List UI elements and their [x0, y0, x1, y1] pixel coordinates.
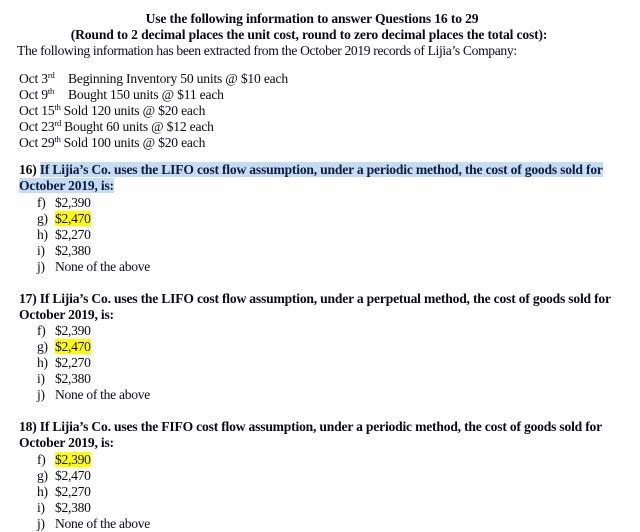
record-text: Sold 120 units @ $20 each [63, 103, 206, 118]
option-value: $2,270 [55, 227, 91, 242]
option-h: h) $2,270 [37, 355, 150, 371]
question-text: If Lijia’s Co. uses the FIFO cost flow a… [19, 419, 602, 450]
option-i: i) $2,380 [37, 371, 150, 387]
option-letter: g) [37, 211, 48, 226]
option-value: $2,270 [55, 355, 91, 370]
record-text: Sold 100 units @ $20 each [63, 135, 206, 150]
question-number: 17) [19, 291, 37, 306]
option-letter: i) [37, 500, 45, 515]
option-h: h) $2,270 [37, 227, 150, 243]
option-letter: f) [37, 452, 46, 467]
date-suffix: rd [47, 70, 55, 80]
option-f: f) $2,390 [37, 323, 150, 339]
question-18-options: f) $2,390 g) $2,470 h) $2,270 i) $2,380 j) No… [37, 452, 150, 532]
option-letter: g) [37, 339, 48, 354]
date-suffix: rd [54, 118, 62, 128]
selected-question-text[interactable]: If Lijia’s Co. uses the LIFO cost flow a… [19, 162, 603, 193]
record-row: Oct 29th Sold 100 units @ $20 each [19, 135, 288, 151]
question-17: 17) If Lijia’s Co. uses the LIFO cost fl… [19, 291, 634, 323]
option-g: g) $2,470 [37, 468, 150, 484]
question-number: 16) [19, 162, 37, 177]
question-number: 18) [19, 419, 37, 434]
option-letter: g) [37, 468, 48, 483]
question-text: If Lijia’s Co. uses the LIFO cost flow a… [19, 291, 611, 322]
intro-text: The following information has been extra… [17, 43, 517, 58]
record-date: Oct 29th [19, 135, 61, 151]
option-value: $2,390 [55, 323, 91, 338]
option-letter: j) [37, 387, 45, 402]
option-j: j) None of the above [37, 516, 150, 532]
option-letter: h) [37, 484, 48, 499]
option-f: f) $2,390 [37, 452, 150, 468]
option-g: g) $2,470 [37, 339, 150, 355]
option-value: $2,390 [55, 195, 91, 210]
option-value: $2,270 [55, 484, 91, 499]
option-letter: h) [37, 227, 48, 242]
option-j: j) None of the above [37, 387, 150, 403]
option-h: h) $2,270 [37, 484, 150, 500]
option-letter: j) [37, 516, 45, 531]
option-letter: f) [37, 323, 46, 338]
highlighted-answer: $2,470 [55, 211, 91, 226]
option-value: $2,380 [55, 243, 91, 258]
option-value: $2,380 [55, 371, 91, 386]
date-text: Oct 23 [19, 119, 55, 134]
option-g: g) $2,470 [37, 211, 150, 227]
option-letter: i) [37, 371, 45, 386]
rounding-instructions: (Round to 2 decimal places the unit cost… [70, 27, 548, 42]
question-18: 18) If Lijia’s Co. uses the FIFO cost fl… [19, 419, 634, 451]
option-letter: i) [37, 243, 45, 258]
record-row: Oct 23rd Bought 60 units @ $12 each [19, 119, 288, 135]
question-16-options: f) $2,390 g) $2,470 h) $2,270 i) $2,380 j) No… [37, 195, 150, 275]
option-value: None of the above [55, 387, 150, 402]
record-text: Beginning Inventory 50 units @ $10 each [68, 71, 288, 86]
option-value: $2,470 [55, 468, 91, 483]
document-page: Use the following information to answer … [0, 0, 640, 531]
record-row: Oct 9th Bought 150 units @ $11 each [19, 87, 288, 103]
date-suffix: th [54, 102, 61, 112]
record-row: Oct 3rd Beginning Inventory 50 units @ $1… [19, 71, 288, 87]
option-letter: h) [37, 355, 48, 370]
option-f: f) $2,390 [37, 195, 150, 211]
record-text: Bought 60 units @ $12 each [64, 119, 214, 134]
record-date: Oct 9th [19, 87, 68, 103]
record-row: Oct 15th Sold 120 units @ $20 each [19, 103, 288, 119]
question-17-options: f) $2,390 g) $2,470 h) $2,270 i) $2,380 j) No… [37, 323, 150, 403]
record-date: Oct 15th [19, 103, 61, 119]
date-suffix: th [47, 86, 55, 96]
date-text: Oct 15 [19, 103, 55, 118]
option-value: None of the above [55, 516, 150, 531]
question-16[interactable]: 16) If Lijia’s Co. uses the LIFO cost fl… [19, 162, 634, 194]
record-date: Oct 3rd [19, 71, 68, 87]
highlighted-answer: $2,470 [55, 339, 91, 354]
record-text: Bought 150 units @ $11 each [68, 87, 224, 102]
option-letter: f) [37, 195, 46, 210]
instructions-heading: Use the following information to answer … [145, 11, 479, 26]
option-value: $2,380 [55, 500, 91, 515]
date-suffix: th [54, 134, 61, 144]
option-value: None of the above [55, 259, 150, 274]
option-i: i) $2,380 [37, 243, 150, 259]
option-j: j) None of the above [37, 259, 150, 275]
date-text: Oct 3 [19, 71, 48, 86]
record-date: Oct 23rd [19, 119, 61, 135]
date-text: Oct 9 [19, 87, 48, 102]
inventory-records: Oct 3rd Beginning Inventory 50 units @ $1… [19, 71, 288, 151]
date-text: Oct 29 [19, 135, 55, 150]
highlighted-answer: $2,390 [55, 452, 91, 467]
option-i: i) $2,380 [37, 500, 150, 516]
option-letter: j) [37, 259, 45, 274]
